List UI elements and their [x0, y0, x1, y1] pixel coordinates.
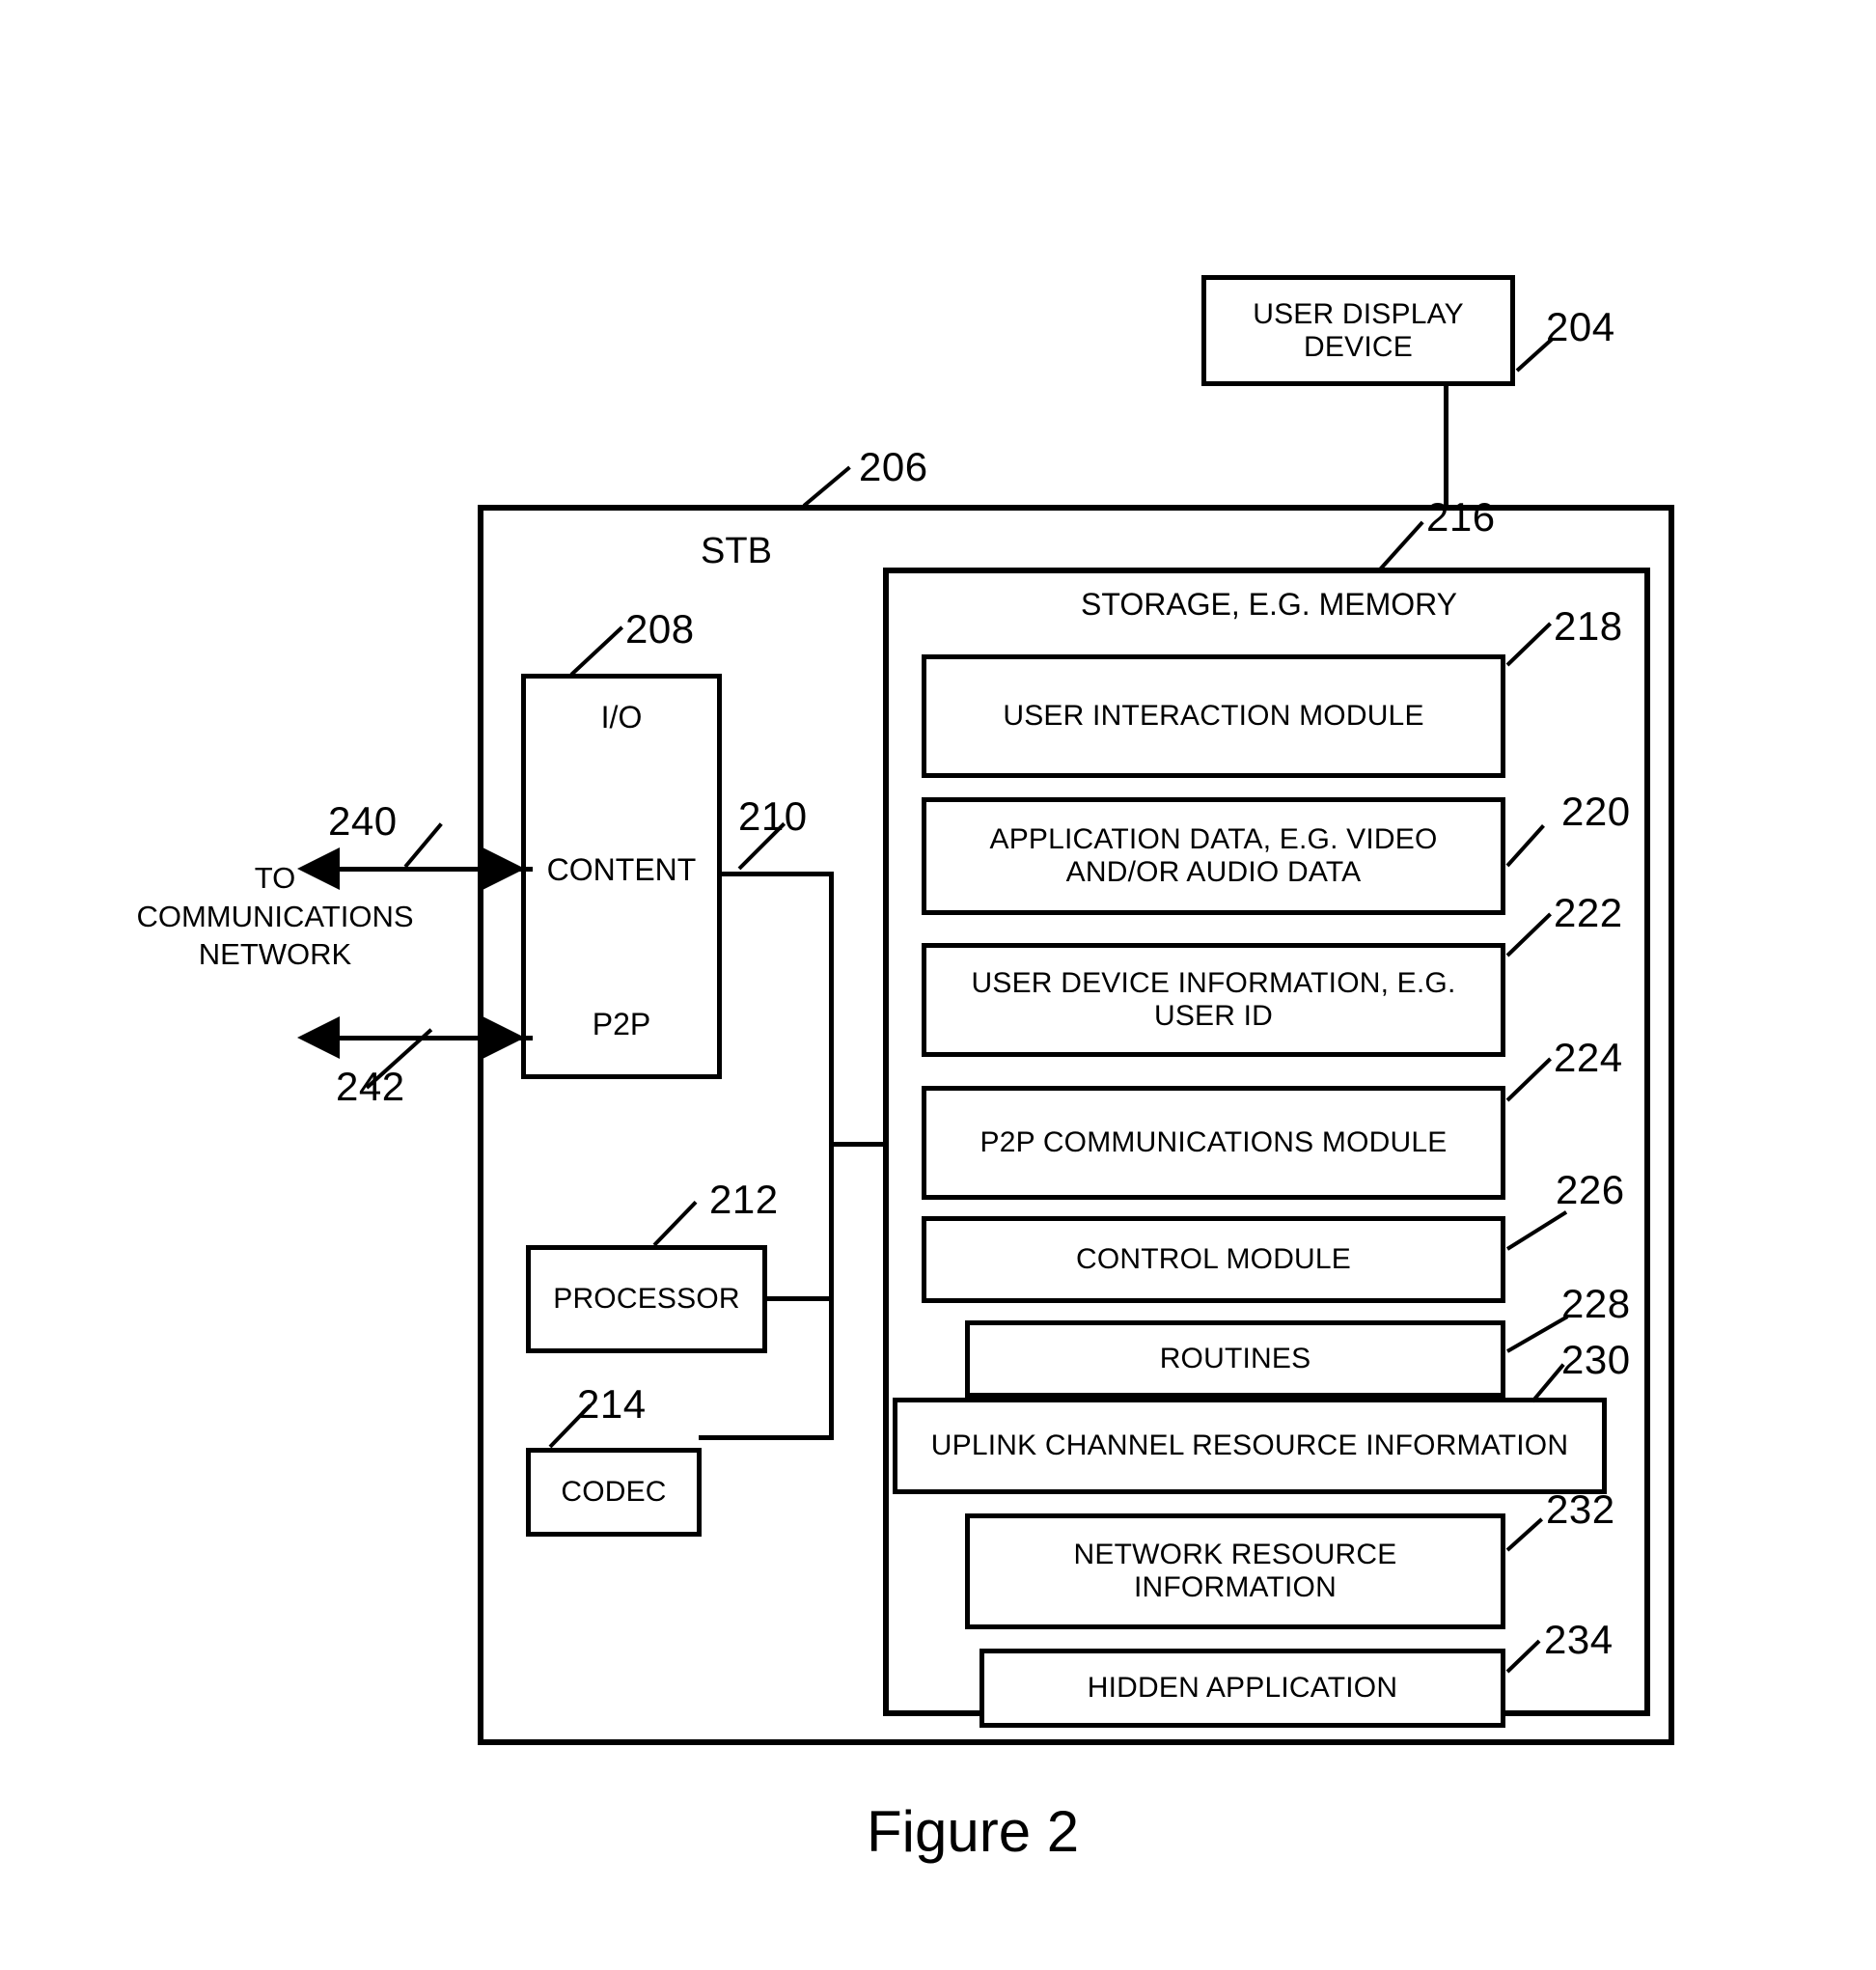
module-control-label: CONTROL MODULE [1075, 1243, 1352, 1276]
ref-218: 218 [1554, 603, 1623, 649]
io-content-label: CONTENT [546, 852, 697, 887]
content-link-arrowhead-right [483, 847, 525, 890]
module-routines-label: ROUTINES [1159, 1343, 1311, 1375]
ref-212: 212 [709, 1177, 779, 1222]
io-bus-vertical [829, 872, 834, 1437]
module-application-data-box: APPLICATION DATA, E.G. VIDEO AND/OR AUDI… [922, 797, 1505, 915]
ref-224: 224 [1554, 1035, 1623, 1080]
leader-206 [802, 465, 851, 508]
storage-label: STORAGE, E.G. MEMORY [1081, 587, 1457, 622]
display-to-stb-line [1444, 386, 1448, 510]
figure-caption: Figure 2 [867, 1799, 1080, 1864]
io-box: I/O CONTENT P2P [521, 674, 722, 1079]
codec-to-bus-line [699, 1435, 834, 1440]
ref-240: 240 [328, 798, 398, 844]
bus-to-storage [829, 1142, 887, 1147]
ref-226: 226 [1556, 1167, 1625, 1212]
module-uplink-channel-resource-label: UPLINK CHANNEL RESOURCE INFORMATION [930, 1429, 1569, 1462]
io-bus-stub [718, 872, 834, 876]
module-control-box: CONTROL MODULE [922, 1216, 1505, 1303]
ref-208: 208 [625, 606, 695, 652]
module-user-interaction-box: USER INTERACTION MODULE [922, 654, 1505, 778]
module-p2p-communications-label: P2P COMMUNICATIONS MODULE [979, 1126, 1448, 1159]
user-display-device-box: USER DISPLAY DEVICE [1201, 275, 1515, 386]
codec-box: CODEC [526, 1448, 702, 1537]
ref-210: 210 [738, 793, 808, 839]
p2p-link-arrowhead-right [483, 1016, 525, 1059]
module-hidden-application-label: HIDDEN APPLICATION [1087, 1672, 1398, 1705]
io-title: I/O [600, 700, 643, 735]
ref-204: 204 [1546, 304, 1615, 349]
module-routines-box: ROUTINES [965, 1320, 1505, 1398]
io-p2p-label: P2P [592, 1007, 651, 1041]
module-user-interaction-label: USER INTERACTION MODULE [1003, 700, 1424, 733]
user-display-device-label: USER DISPLAY DEVICE [1253, 297, 1464, 363]
figure-canvas: USER DISPLAY DEVICE 204 STB 206 I/O CONT… [0, 0, 1876, 1970]
module-user-device-info-box: USER DEVICE INFORMATION, E.G. USER ID [922, 943, 1505, 1057]
ref-230: 230 [1561, 1337, 1631, 1382]
ref-206: 206 [859, 444, 928, 489]
ref-228: 228 [1561, 1281, 1631, 1326]
module-application-data-label: APPLICATION DATA, E.G. VIDEO AND/OR AUDI… [989, 823, 1438, 888]
module-uplink-channel-resource-box: UPLINK CHANNEL RESOURCE INFORMATION [893, 1398, 1607, 1494]
processor-to-bus-line [764, 1296, 832, 1301]
stb-label: STB [701, 531, 772, 571]
codec-label: CODEC [561, 1476, 667, 1509]
communications-network-label: TO COMMUNICATIONS NETWORK [136, 861, 414, 972]
ref-220: 220 [1561, 789, 1631, 834]
ref-216: 216 [1426, 494, 1496, 540]
module-hidden-application-box: HIDDEN APPLICATION [979, 1649, 1505, 1728]
ref-234: 234 [1544, 1617, 1614, 1662]
module-p2p-communications-box: P2P COMMUNICATIONS MODULE [922, 1086, 1505, 1200]
processor-label: PROCESSOR [553, 1283, 740, 1316]
ref-242: 242 [336, 1064, 405, 1109]
processor-box: PROCESSOR [526, 1245, 767, 1353]
ref-232: 232 [1546, 1486, 1615, 1532]
module-network-resource-box: NETWORK RESOURCE INFORMATION [965, 1513, 1505, 1629]
p2p-link-arrowhead-left [297, 1016, 340, 1059]
ref-222: 222 [1554, 890, 1623, 935]
module-network-resource-label: NETWORK RESOURCE INFORMATION [1073, 1539, 1397, 1603]
module-user-device-info-label: USER DEVICE INFORMATION, E.G. USER ID [971, 967, 1456, 1032]
ref-214: 214 [577, 1381, 647, 1427]
